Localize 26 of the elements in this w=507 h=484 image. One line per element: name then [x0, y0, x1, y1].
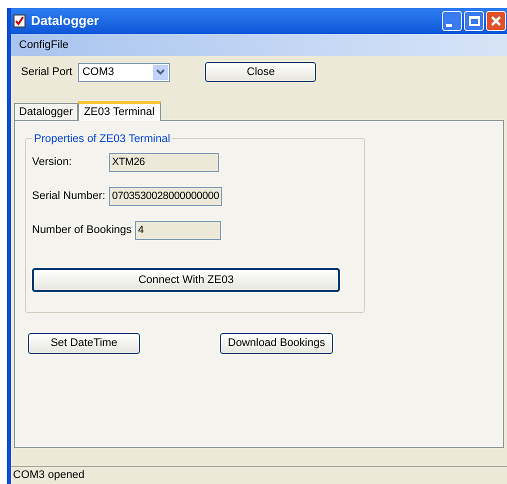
close-button[interactable]: Close: [205, 62, 316, 82]
minimize-icon: [446, 24, 452, 27]
minimize-button[interactable]: [442, 11, 462, 31]
tab[interactable]: ZE03 Terminal: [78, 101, 161, 121]
maximize-button[interactable]: [464, 11, 484, 31]
serial-port-label: Serial Port: [21, 64, 72, 80]
field-label: Number of Bookings: [32, 223, 133, 238]
close-window-button[interactable]: [486, 11, 506, 31]
download-bookings-button[interactable]: Download Bookings: [220, 333, 333, 354]
readonly-field[interactable]: 0703530028000000000: [109, 187, 222, 206]
group-title: Properties of ZE03 Terminal: [32, 131, 172, 148]
status-text: COM3 opened: [13, 468, 85, 484]
field-label: Version:: [32, 155, 73, 170]
clipboard-check-icon: [13, 14, 26, 28]
close-icon: [490, 15, 502, 27]
connect-button[interactable]: Connect With ZE03: [32, 268, 340, 292]
set-datetime-button[interactable]: Set DateTime: [28, 333, 140, 354]
tab[interactable]: Datalogger: [14, 103, 78, 120]
menu-item[interactable]: ConfigFile: [19, 36, 69, 54]
field-label: Serial Number:: [32, 189, 106, 204]
readonly-field[interactable]: XTM26: [109, 153, 219, 172]
readonly-field[interactable]: 4: [135, 221, 221, 240]
maximize-icon: [468, 16, 480, 26]
chevron-down-icon: [156, 69, 166, 75]
serial-port-dropdown[interactable]: COM3: [78, 62, 170, 82]
window-title: Datalogger: [31, 12, 100, 30]
